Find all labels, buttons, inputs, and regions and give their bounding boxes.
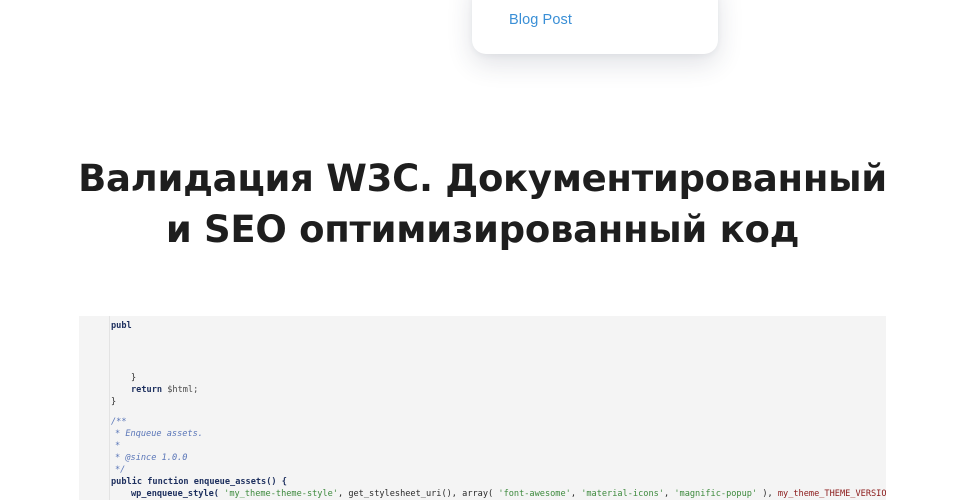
code-line: } xyxy=(131,372,136,384)
dropdown-menu: Blog Post xyxy=(472,0,718,54)
code-line: * @since 1.0.0 xyxy=(115,452,187,464)
code-token: enqueue_assets() { xyxy=(193,477,287,487)
heading-line-1: Валидация W3C. Документированный xyxy=(78,157,887,200)
code-line: return $html; xyxy=(131,384,198,396)
code-line: publ xyxy=(111,320,132,332)
code-token: * xyxy=(115,441,121,451)
code-token: /** xyxy=(111,417,127,427)
code-token: my_theme_THEME_VERSION xyxy=(777,489,886,499)
menu-item-blog-post[interactable]: Blog Post xyxy=(509,12,572,28)
code-line: public function enqueue_assets() { xyxy=(111,476,287,488)
code-token: public function xyxy=(111,477,189,487)
code-token: ), xyxy=(757,489,773,499)
code-line: } xyxy=(111,396,116,408)
heading-line-2: и SEO оптимизированный код xyxy=(165,208,800,251)
code-token: 'font-awesome' xyxy=(498,489,571,499)
code-token: publ xyxy=(111,321,132,331)
code-line: * xyxy=(115,440,120,452)
code-line: * Enqueue assets. xyxy=(115,428,203,440)
code-token: 'my_theme-theme-style' xyxy=(224,489,338,499)
code-token: * @since xyxy=(115,453,157,463)
code-line: wp_enqueue_style( 'my_theme-theme-style'… xyxy=(131,488,886,500)
code-token: */ xyxy=(115,465,126,475)
code-token: } xyxy=(131,373,137,383)
code-token: } xyxy=(111,397,117,407)
code-token: 1.0.0 xyxy=(161,453,188,463)
code-token: , get_stylesheet_uri(), array( xyxy=(337,489,494,499)
code-token: 'material-icons' xyxy=(581,489,664,499)
code-token: 'magnific-popup' xyxy=(674,489,758,499)
code-token: * Enqueue assets. xyxy=(115,429,203,439)
code-indent-guide xyxy=(109,316,110,500)
section-heading: Валидация W3C. Документированный и SEO о… xyxy=(0,153,965,255)
code-token: $html; xyxy=(167,385,199,395)
code-token: return xyxy=(131,385,163,395)
code-token: wp_enqueue_style( xyxy=(131,489,219,499)
code-line: */ xyxy=(115,464,125,476)
code-line: /** xyxy=(111,416,127,428)
page: Blog Post Валидация W3C. Документированн… xyxy=(0,0,965,500)
code-screenshot: publ } return $html; } /** * Enqueue ass… xyxy=(79,316,886,500)
